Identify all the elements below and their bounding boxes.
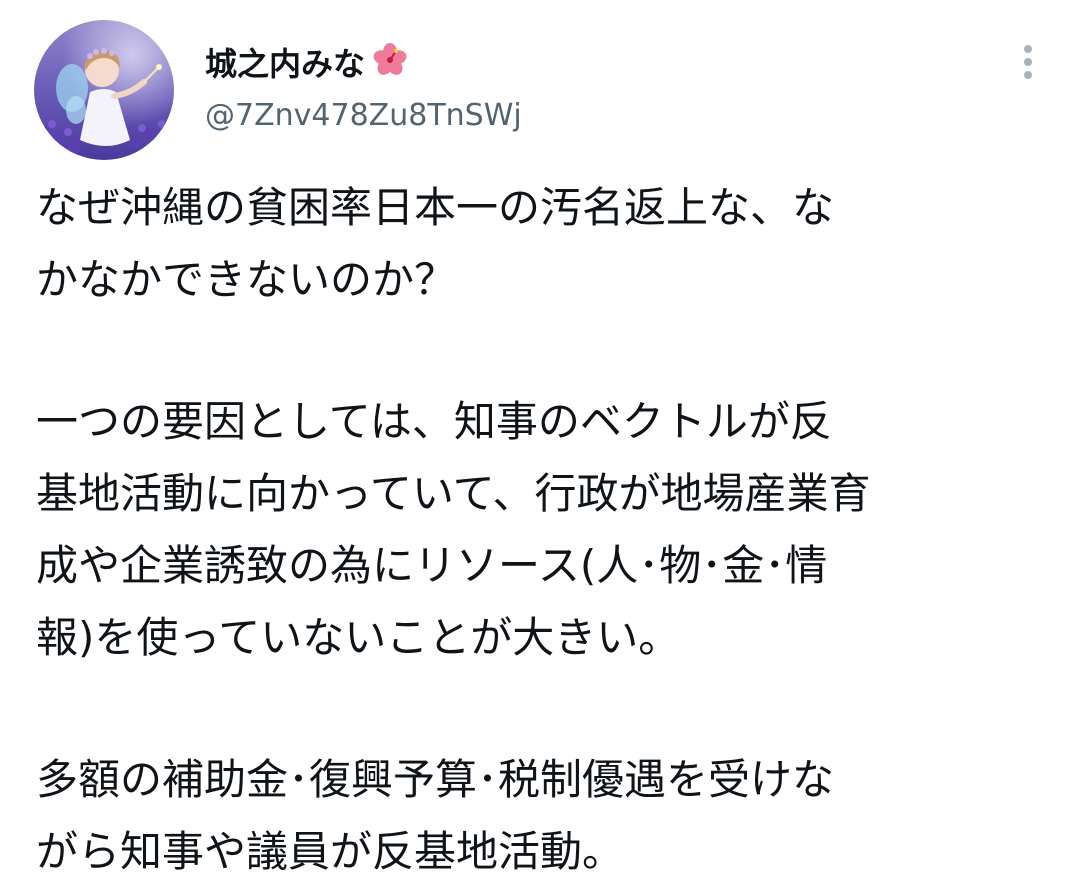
tweet-text: なぜ沖縄の貧困率日本一の汚名返上な、な かなかできないのか？ 一つの要因としては… — [36, 172, 1046, 888]
tweet-line: がら知事や議員が反基地活動。 — [36, 827, 625, 876]
avatar[interactable] — [34, 20, 174, 160]
hibiscus-icon — [373, 43, 407, 81]
author-display-name[interactable]: 城之内みな — [205, 40, 407, 84]
author-handle[interactable]: @7Znv478Zu8TnSWj — [205, 98, 522, 133]
avatar-image — [34, 20, 174, 160]
tweet-line: 多額の補助金･復興予算･税制優遇を受けな — [36, 755, 835, 804]
tweet-line: 基地活動に向かっていて、行政が地場産業育 — [36, 469, 871, 518]
tweet-line: 一つの要因としては、知事のベクトルが反 — [36, 397, 832, 446]
author-name-text: 城之内みな — [205, 45, 366, 83]
tweet-line: 報)を使っていないことが大きい。 — [36, 613, 681, 662]
tweet-card: 城之内みな @7Znv478Zu8TnSWj なぜ沖縄の貧困率日本一の汚名返上な… — [0, 0, 1080, 876]
more-options-button[interactable] — [1006, 40, 1050, 84]
tweet-line: 成や企業誘致の為にリソース(人･物･金･情 — [36, 541, 828, 590]
tweet-line: かなかできないのか？ — [36, 255, 457, 304]
tweet-line: なぜ沖縄の貧困率日本一の汚名返上な、な — [36, 183, 835, 232]
more-vertical-icon — [1024, 45, 1032, 79]
